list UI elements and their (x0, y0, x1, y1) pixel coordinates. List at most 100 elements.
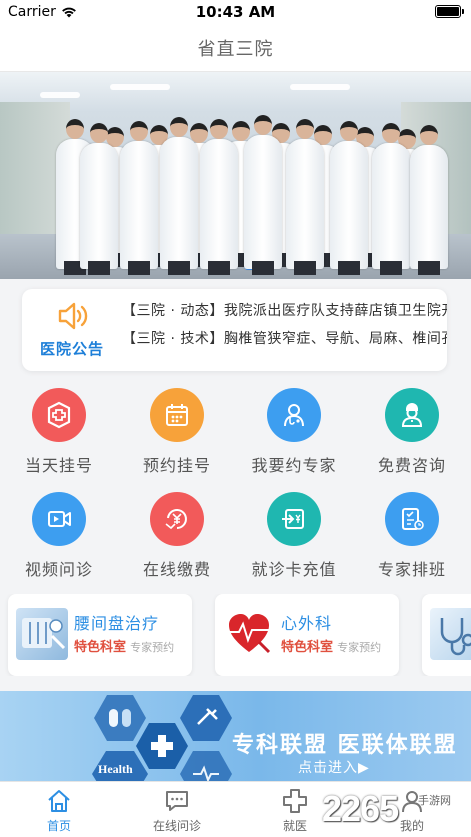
service-label: 视频问诊 (24, 560, 93, 579)
service-label: 就诊卡充值 (251, 560, 337, 579)
department-card[interactable]: 腰间盘治疗 特色科室 专家预约 (8, 594, 192, 676)
hero-banner[interactable] (0, 72, 471, 279)
notice-logo-text: 医院公告 (39, 340, 104, 358)
alliance-banner[interactable]: Health 专科联盟 医联体联盟 点击进入▶ (0, 691, 471, 781)
watermark-site-label: 手游网 (418, 794, 451, 807)
ceiling-light (290, 84, 350, 90)
same-day-registration-icon (32, 388, 86, 442)
service-appointment[interactable]: 预约挂号 (122, 388, 232, 476)
department-subtitle: 特色科室 专家预约 (281, 636, 381, 655)
doctor-legs (338, 261, 360, 275)
service-card-recharge[interactable]: 就诊卡充值 (239, 492, 349, 580)
payment-icon (150, 492, 204, 546)
speaker-icon (58, 302, 88, 330)
lumbar-treatment-image (16, 608, 68, 660)
service-label: 免费咨询 (377, 456, 446, 475)
service-expert-schedule[interactable]: 专家排班 (357, 492, 467, 580)
doctor-head (420, 125, 438, 145)
doctor-head (90, 123, 108, 143)
page-title: 省直三院 (197, 38, 274, 60)
department-appointment-link[interactable]: 专家预约 (337, 641, 381, 654)
department-card[interactable]: 心外科 特色科室 专家预约 (215, 594, 399, 676)
doctor-legs (168, 261, 190, 275)
doctor-figure (286, 119, 324, 275)
doctor-legs (208, 261, 230, 275)
battery-icon (435, 5, 464, 18)
cardiac-surgery-image (223, 608, 275, 660)
doctor-figure (330, 121, 368, 275)
hospital-notice-card[interactable]: 医院公告 【三院 · 动态】我院派出医疗队支持薛店镇卫生院开 【三院 · 技术】… (22, 289, 447, 371)
service-label: 专家排班 (377, 560, 446, 579)
tab-label: 在线问诊 (152, 819, 201, 833)
navigation-bar: 省直三院 (0, 24, 471, 72)
doctor-legs (252, 261, 274, 275)
tab-label: 首页 (46, 819, 71, 833)
tab-online-consult[interactable]: 在线问诊 (118, 782, 236, 837)
ceiling-light (110, 84, 170, 90)
service-label: 预约挂号 (142, 456, 211, 475)
doctor-legs (294, 261, 316, 275)
department-title: 腰间盘治疗 (74, 614, 160, 633)
pills-hex-icon (94, 695, 146, 741)
service-free-consult[interactable]: 免费咨询 (357, 388, 467, 476)
department-tag: 特色科室 (74, 640, 127, 655)
notice-logo: 医院公告 (34, 301, 110, 359)
health-label: Health (98, 762, 133, 776)
doctor-head (66, 119, 84, 139)
home-icon (48, 790, 70, 812)
status-time: 10:43 AM (195, 3, 276, 21)
service-video-consult[interactable]: 视频问诊 (4, 492, 114, 580)
department-card[interactable] (422, 594, 471, 676)
doctor-head (296, 119, 314, 139)
doctor-head (382, 123, 400, 143)
doctor-figure (200, 119, 238, 275)
service-label: 当天挂号 (24, 456, 93, 475)
doctor-figure (244, 115, 282, 275)
featured-departments: 腰间盘治疗 特色科室 专家预约 心外科 特色科室 专家预约 (0, 594, 471, 676)
notice-item[interactable]: 【三院 · 技术】胸椎管狭窄症、导航、局麻、椎间孔 (122, 325, 447, 353)
doctor-figure (410, 125, 448, 275)
card-recharge-icon (267, 492, 321, 546)
doctor-head (190, 123, 208, 143)
department-title: 心外科 (281, 614, 333, 633)
service-book-expert[interactable]: 我要约专家 (239, 388, 349, 476)
service-same-day-registration[interactable]: 当天挂号 (4, 388, 114, 476)
department-subtitle: 特色科室 专家预约 (74, 636, 174, 655)
department-image (430, 608, 471, 660)
doctor-head (254, 115, 272, 135)
medical-cross-hex-icon (136, 723, 188, 769)
notice-item[interactable]: 【三院 · 动态】我院派出医疗队支持薛店镇卫生院开 (122, 297, 447, 325)
service-label: 我要约专家 (251, 456, 337, 475)
notice-list: 【三院 · 动态】我院派出医疗队支持薛店镇卫生院开 【三院 · 技术】胸椎管狭窄… (122, 297, 447, 353)
calendar-icon (150, 388, 204, 442)
doctor-figure (160, 117, 198, 275)
chat-icon (166, 791, 188, 811)
doctor-icon (267, 388, 321, 442)
doctor-legs (380, 261, 402, 275)
doctor-head (210, 119, 228, 139)
nurse-consult-icon (385, 388, 439, 442)
doctor-legs (128, 261, 150, 275)
status-bar: Carrier 10:43 AM (0, 0, 471, 24)
video-icon (32, 492, 86, 546)
watermark-logo: 2265 (322, 788, 399, 829)
bottom-tab-bar: 首页 在线问诊 就医 我的 (0, 781, 471, 837)
doctor-head (340, 121, 358, 141)
department-appointment-link[interactable]: 专家预约 (130, 641, 174, 654)
doctor-head (130, 121, 148, 141)
alliance-enter-link[interactable]: 点击进入▶ (298, 757, 370, 777)
schedule-icon (385, 492, 439, 546)
tab-home[interactable]: 首页 (0, 782, 118, 837)
doctor-head (170, 117, 188, 137)
service-label: 在线缴费 (142, 560, 211, 579)
doctor-head (232, 121, 250, 141)
doctor-legs (88, 261, 110, 275)
service-online-payment[interactable]: 在线缴费 (122, 492, 232, 580)
ceiling-light (40, 92, 80, 98)
doctor-figure (372, 123, 410, 275)
syringe-hex-icon (180, 695, 232, 741)
doctor-legs (418, 261, 440, 275)
department-tag: 特色科室 (281, 640, 334, 655)
medical-cross-icon (283, 789, 307, 813)
alliance-title: 专科联盟 医联体联盟 (232, 733, 458, 758)
